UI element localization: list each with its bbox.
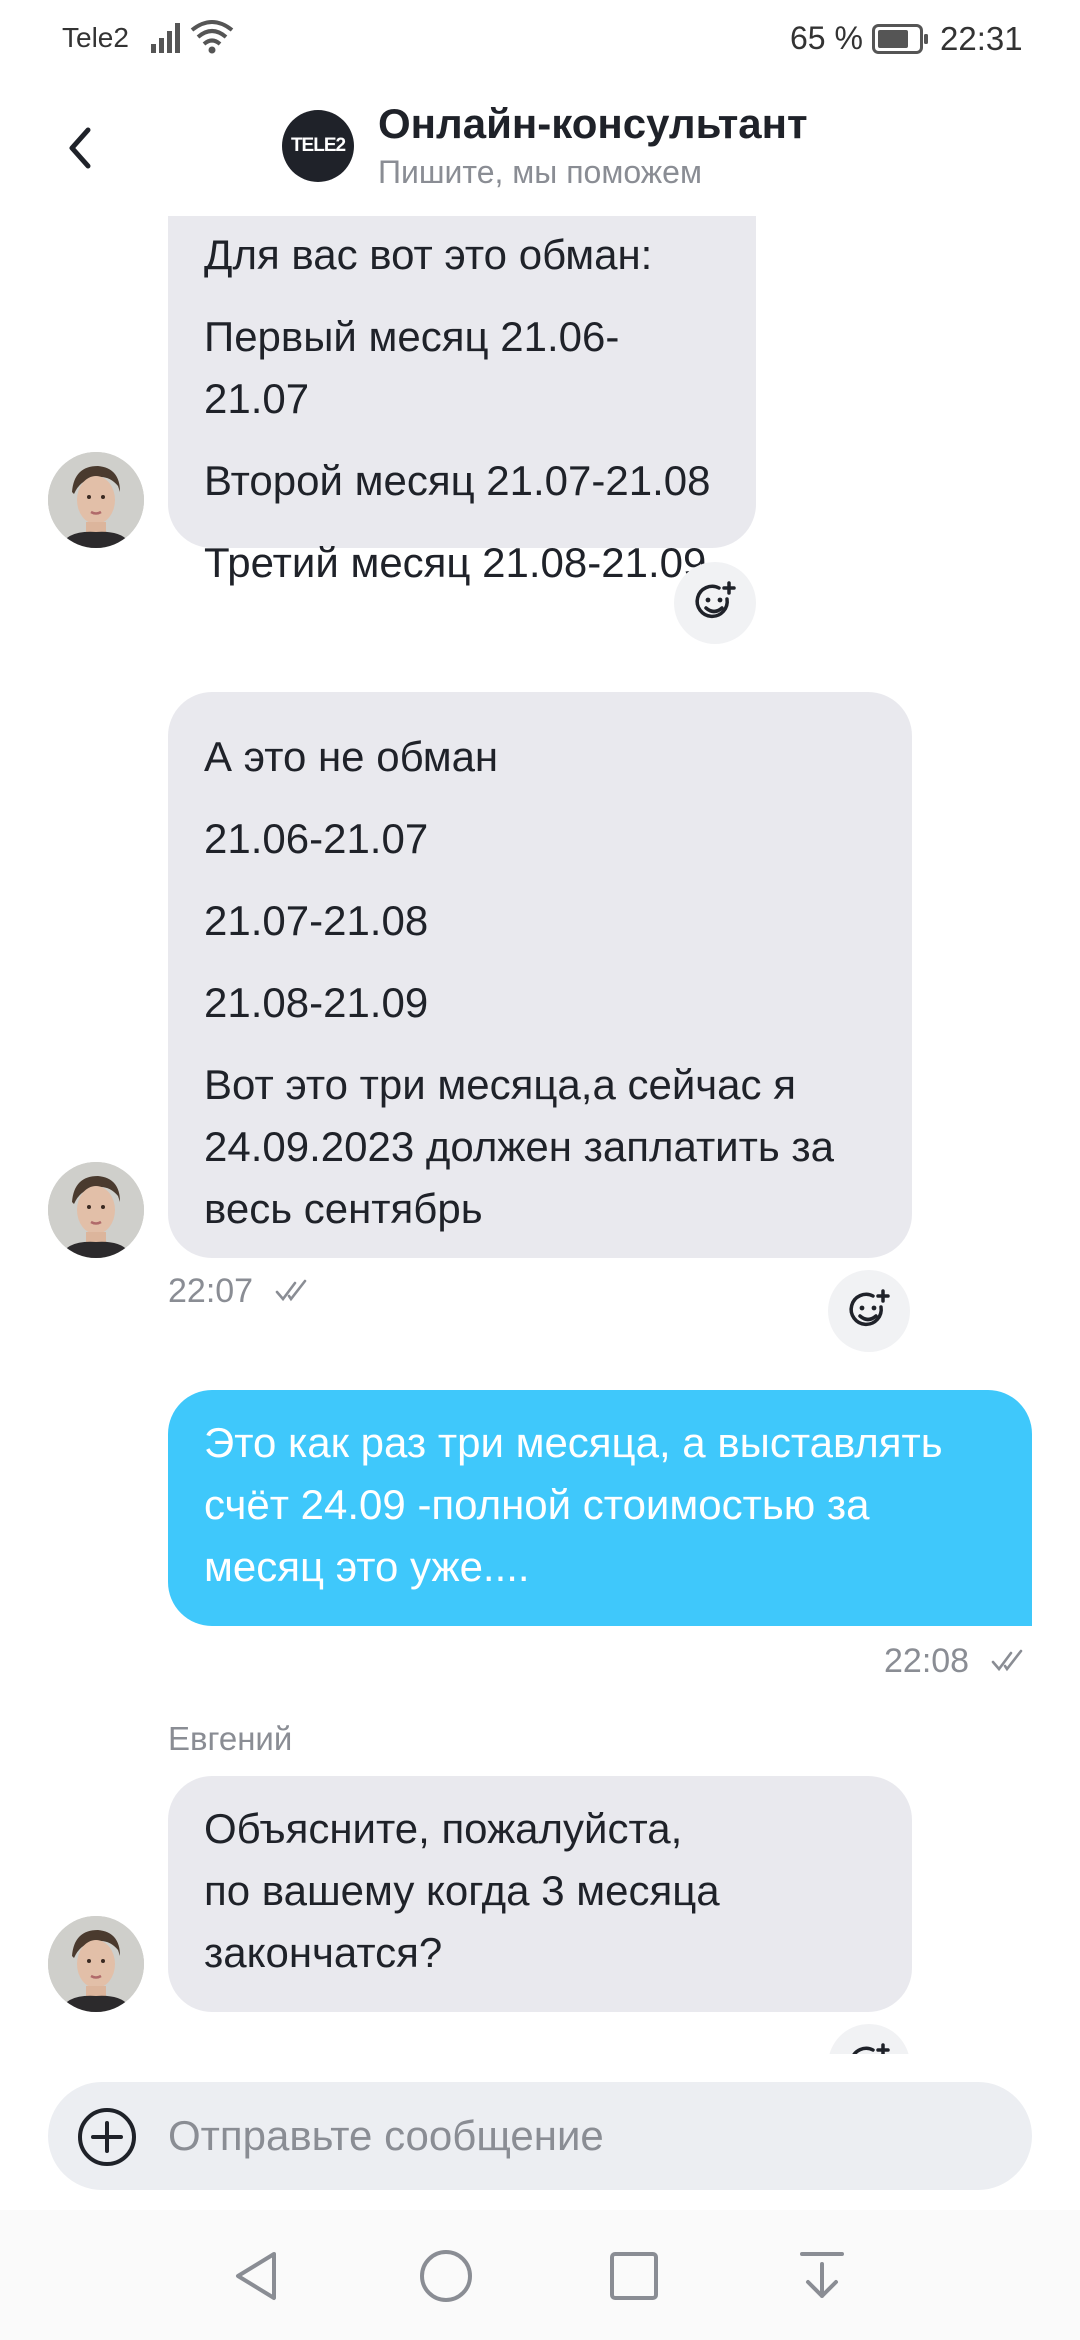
avatar[interactable] — [48, 452, 144, 548]
person-avatar-icon — [48, 1162, 144, 1258]
message-line: А это не обман — [204, 733, 499, 780]
message-line: 21.08-21.09 — [204, 979, 429, 1026]
message-line: Это как раз три месяца, а выставлять — [204, 1419, 943, 1466]
system-nav-bar — [0, 2210, 1080, 2340]
message-list[interactable]: Для вас вот это обман: Первый месяц 21.0… — [0, 216, 1080, 2054]
check-icon — [275, 1279, 306, 1302]
add-reaction-button[interactable] — [828, 1270, 910, 1352]
message-time: 22:07 — [168, 1272, 254, 1310]
plus-circle-icon[interactable] — [76, 2106, 138, 2168]
status-bar: Tele2 65 % 22:31 — [0, 0, 1080, 76]
add-reaction-button[interactable] — [674, 562, 756, 644]
carrier-name: Tele2 — [62, 22, 129, 53]
message-input-bar[interactable]: Отправьте сообщение — [48, 2082, 1032, 2190]
message-line: Третий месяц 21.08-21.09 — [204, 539, 707, 586]
message-meta: 22:08 — [884, 1642, 1025, 1681]
notifications-down-icon[interactable] — [794, 2246, 850, 2306]
person-avatar-icon — [48, 1916, 144, 2012]
message-line: месяц это уже.... — [204, 1543, 530, 1590]
logo-text: TELE2 — [290, 135, 346, 156]
message-line: Второй месяц 21.07-21.08 — [204, 457, 711, 504]
message-meta: 22:07 — [168, 1272, 309, 1311]
sender-name: Евгений — [168, 1720, 293, 1757]
battery-percent: 65 % — [790, 20, 863, 56]
message-line: Объясните, пожалуйста, — [204, 1805, 683, 1852]
message-line: счёт 24.09 -полной стоимостью за — [204, 1481, 870, 1528]
message-bubble-incoming[interactable]: Объясните, пожалуйста, по вашему когда 3… — [168, 1776, 912, 2012]
add-reaction-button[interactable] — [828, 2024, 910, 2054]
avatar[interactable] — [48, 1916, 144, 2012]
person-avatar-icon — [48, 452, 144, 548]
status-time: 22:31 — [940, 20, 1023, 57]
avatar[interactable] — [48, 1162, 144, 1258]
home-circle-icon[interactable] — [416, 2246, 476, 2306]
message-bubble-incoming[interactable]: Для вас вот это обман: Первый месяц 21.0… — [168, 216, 756, 586]
message-time: 22:08 — [884, 1642, 970, 1680]
signal-icon — [151, 23, 180, 53]
check-icon — [991, 1649, 1022, 1672]
message-line: по вашему когда 3 месяца — [204, 1867, 720, 1914]
battery-icon — [872, 24, 928, 54]
chat-subtitle: Пишите, мы поможем — [378, 154, 702, 190]
tele2-logo: TELE2 — [282, 110, 354, 182]
recents-square-icon[interactable] — [606, 2246, 662, 2306]
message-bubble-outgoing[interactable]: Это как раз три месяца, а выставлять счё… — [168, 1390, 1032, 1626]
chat-header: TELE2 Онлайн-консультант Пишите, мы помо… — [0, 76, 1080, 216]
message-bubble-incoming[interactable]: А это не обман 21.06-21.07 21.07-21.08 2… — [168, 692, 912, 1258]
smiley-plus-icon — [852, 2043, 890, 2054]
message-line: Для вас вот это обман: — [204, 231, 653, 278]
back-triangle-icon[interactable] — [228, 2246, 284, 2306]
message-line: 21.07-21.08 — [204, 897, 429, 944]
message-line: Вот это три месяца,а сейчас я — [204, 1061, 796, 1108]
chevron-left-icon[interactable] — [56, 120, 106, 176]
chat-title: Онлайн-консультант — [378, 100, 808, 147]
smiley-plus-icon — [849, 1289, 890, 1327]
message-line: Первый месяц 21.06-21.07 — [204, 313, 620, 422]
message-line: 21.06-21.07 — [204, 815, 429, 862]
message-line: закончатся? — [204, 1929, 443, 1976]
message-line: весь сентябрь — [204, 1185, 483, 1232]
message-line: 24.09.2023 должен заплатить за — [204, 1123, 835, 1170]
message-input[interactable]: Отправьте сообщение — [168, 2112, 604, 2160]
smiley-plus-icon — [695, 581, 736, 619]
wifi-icon — [190, 20, 234, 54]
